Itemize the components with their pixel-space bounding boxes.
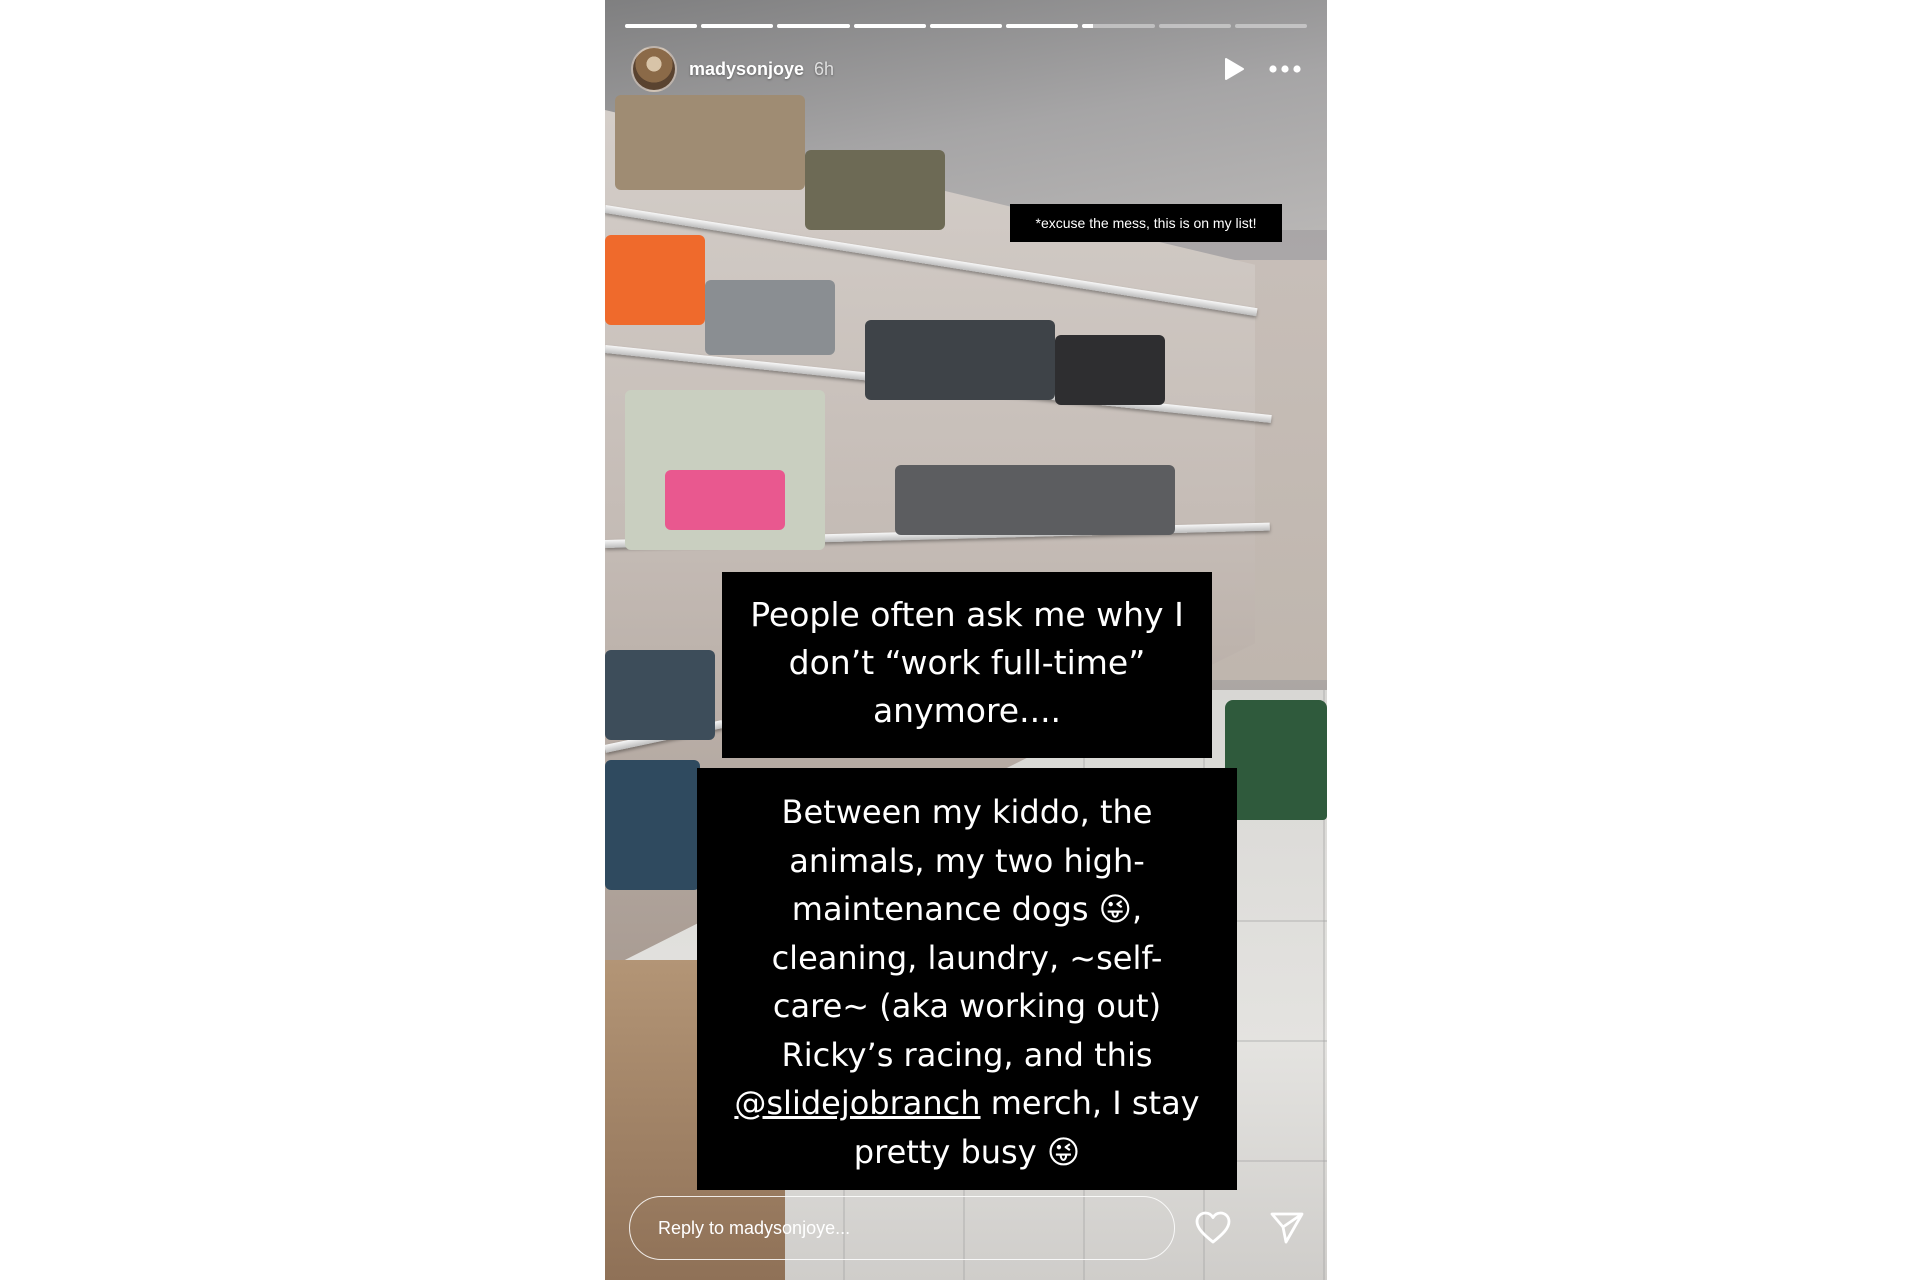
note-sticker: *excuse the mess, this is on my list!: [1010, 204, 1282, 242]
caption-question: People often ask me why I don’t “work fu…: [722, 572, 1212, 758]
caption-line: pretty busy 😜: [697, 1128, 1237, 1177]
send-icon[interactable]: [1269, 1211, 1305, 1245]
clothes-pile: [665, 470, 785, 530]
caption-line: maintenance dogs 😜,: [697, 885, 1237, 934]
caption-line: don’t “work full-time”: [788, 643, 1146, 682]
caption-line: @slidejobranch merch, I stay: [697, 1079, 1237, 1128]
progress-fill: [1082, 24, 1094, 28]
clothes-pile: [1055, 335, 1165, 405]
clothes-pile: [605, 235, 705, 325]
progress-segment: [777, 24, 850, 28]
caption-line: anymore....: [872, 691, 1062, 730]
clothes-pile: [605, 650, 715, 740]
play-icon[interactable]: [1223, 57, 1245, 81]
step-stool: [1225, 700, 1327, 820]
progress-fill: [1006, 24, 1079, 28]
caption-line: Ricky’s racing, and this: [781, 1035, 1153, 1074]
caption-line: Between my kiddo, the: [781, 793, 1153, 831]
caption-line: People often ask me why I: [750, 595, 1184, 634]
timestamp: 6h: [814, 58, 835, 79]
caption-text: maintenance dogs: [791, 890, 1089, 928]
progress-fill: [853, 24, 926, 28]
story-header: madysonjoye 6h: [631, 44, 1301, 94]
story-progress-bar: [625, 24, 1307, 28]
progress-segment: [1234, 24, 1307, 28]
winking-tongue-emoji: 😜: [1098, 890, 1133, 928]
progress-segment: [1082, 24, 1155, 28]
progress-fill: [701, 24, 774, 28]
winking-tongue-emoji: 😜: [1046, 1132, 1081, 1171]
mention-link[interactable]: @slidejobranch: [734, 1084, 980, 1122]
caption-line: animals, my two high-: [789, 841, 1145, 880]
header-actions: [1223, 57, 1301, 81]
progress-segment: [625, 24, 698, 28]
progress-segment: [701, 24, 774, 28]
clothes-pile: [865, 320, 1055, 400]
caption-line: cleaning, laundry, ~self-: [771, 938, 1163, 977]
caption-text: pretty busy: [853, 1132, 1037, 1171]
caption-text: ,: [1132, 890, 1143, 928]
hats-stack: [805, 150, 945, 230]
progress-fill: [777, 24, 850, 28]
caption-answer: Between my kiddo, the animals, my two hi…: [697, 768, 1237, 1190]
caption-line: care~ (aka working out): [772, 987, 1162, 1025]
hats-stack: [615, 95, 805, 190]
progress-segment: [1006, 24, 1079, 28]
more-icon[interactable]: [1269, 65, 1301, 73]
progress-segment: [853, 24, 926, 28]
clothes-pile: [605, 760, 700, 890]
reply-input[interactable]: Reply to madysonjoye...: [629, 1196, 1175, 1260]
caption-text: merch, I stay: [980, 1084, 1200, 1122]
progress-segment: [929, 24, 1003, 28]
page: madysonjoye 6h *excuse the mess, this is…: [0, 0, 1920, 1280]
story-viewer[interactable]: madysonjoye 6h *excuse the mess, this is…: [605, 0, 1327, 1280]
reply-placeholder: Reply to madysonjoye...: [658, 1217, 851, 1238]
progress-fill: [625, 24, 698, 28]
heart-icon[interactable]: [1195, 1211, 1231, 1245]
clothes-pile: [705, 280, 835, 355]
reply-actions: [1195, 1204, 1305, 1252]
progress-fill: [929, 24, 1003, 28]
avatar[interactable]: [631, 46, 677, 92]
clothes-pile: [895, 465, 1175, 535]
progress-segment: [1158, 24, 1231, 28]
username[interactable]: madysonjoye: [689, 59, 804, 80]
